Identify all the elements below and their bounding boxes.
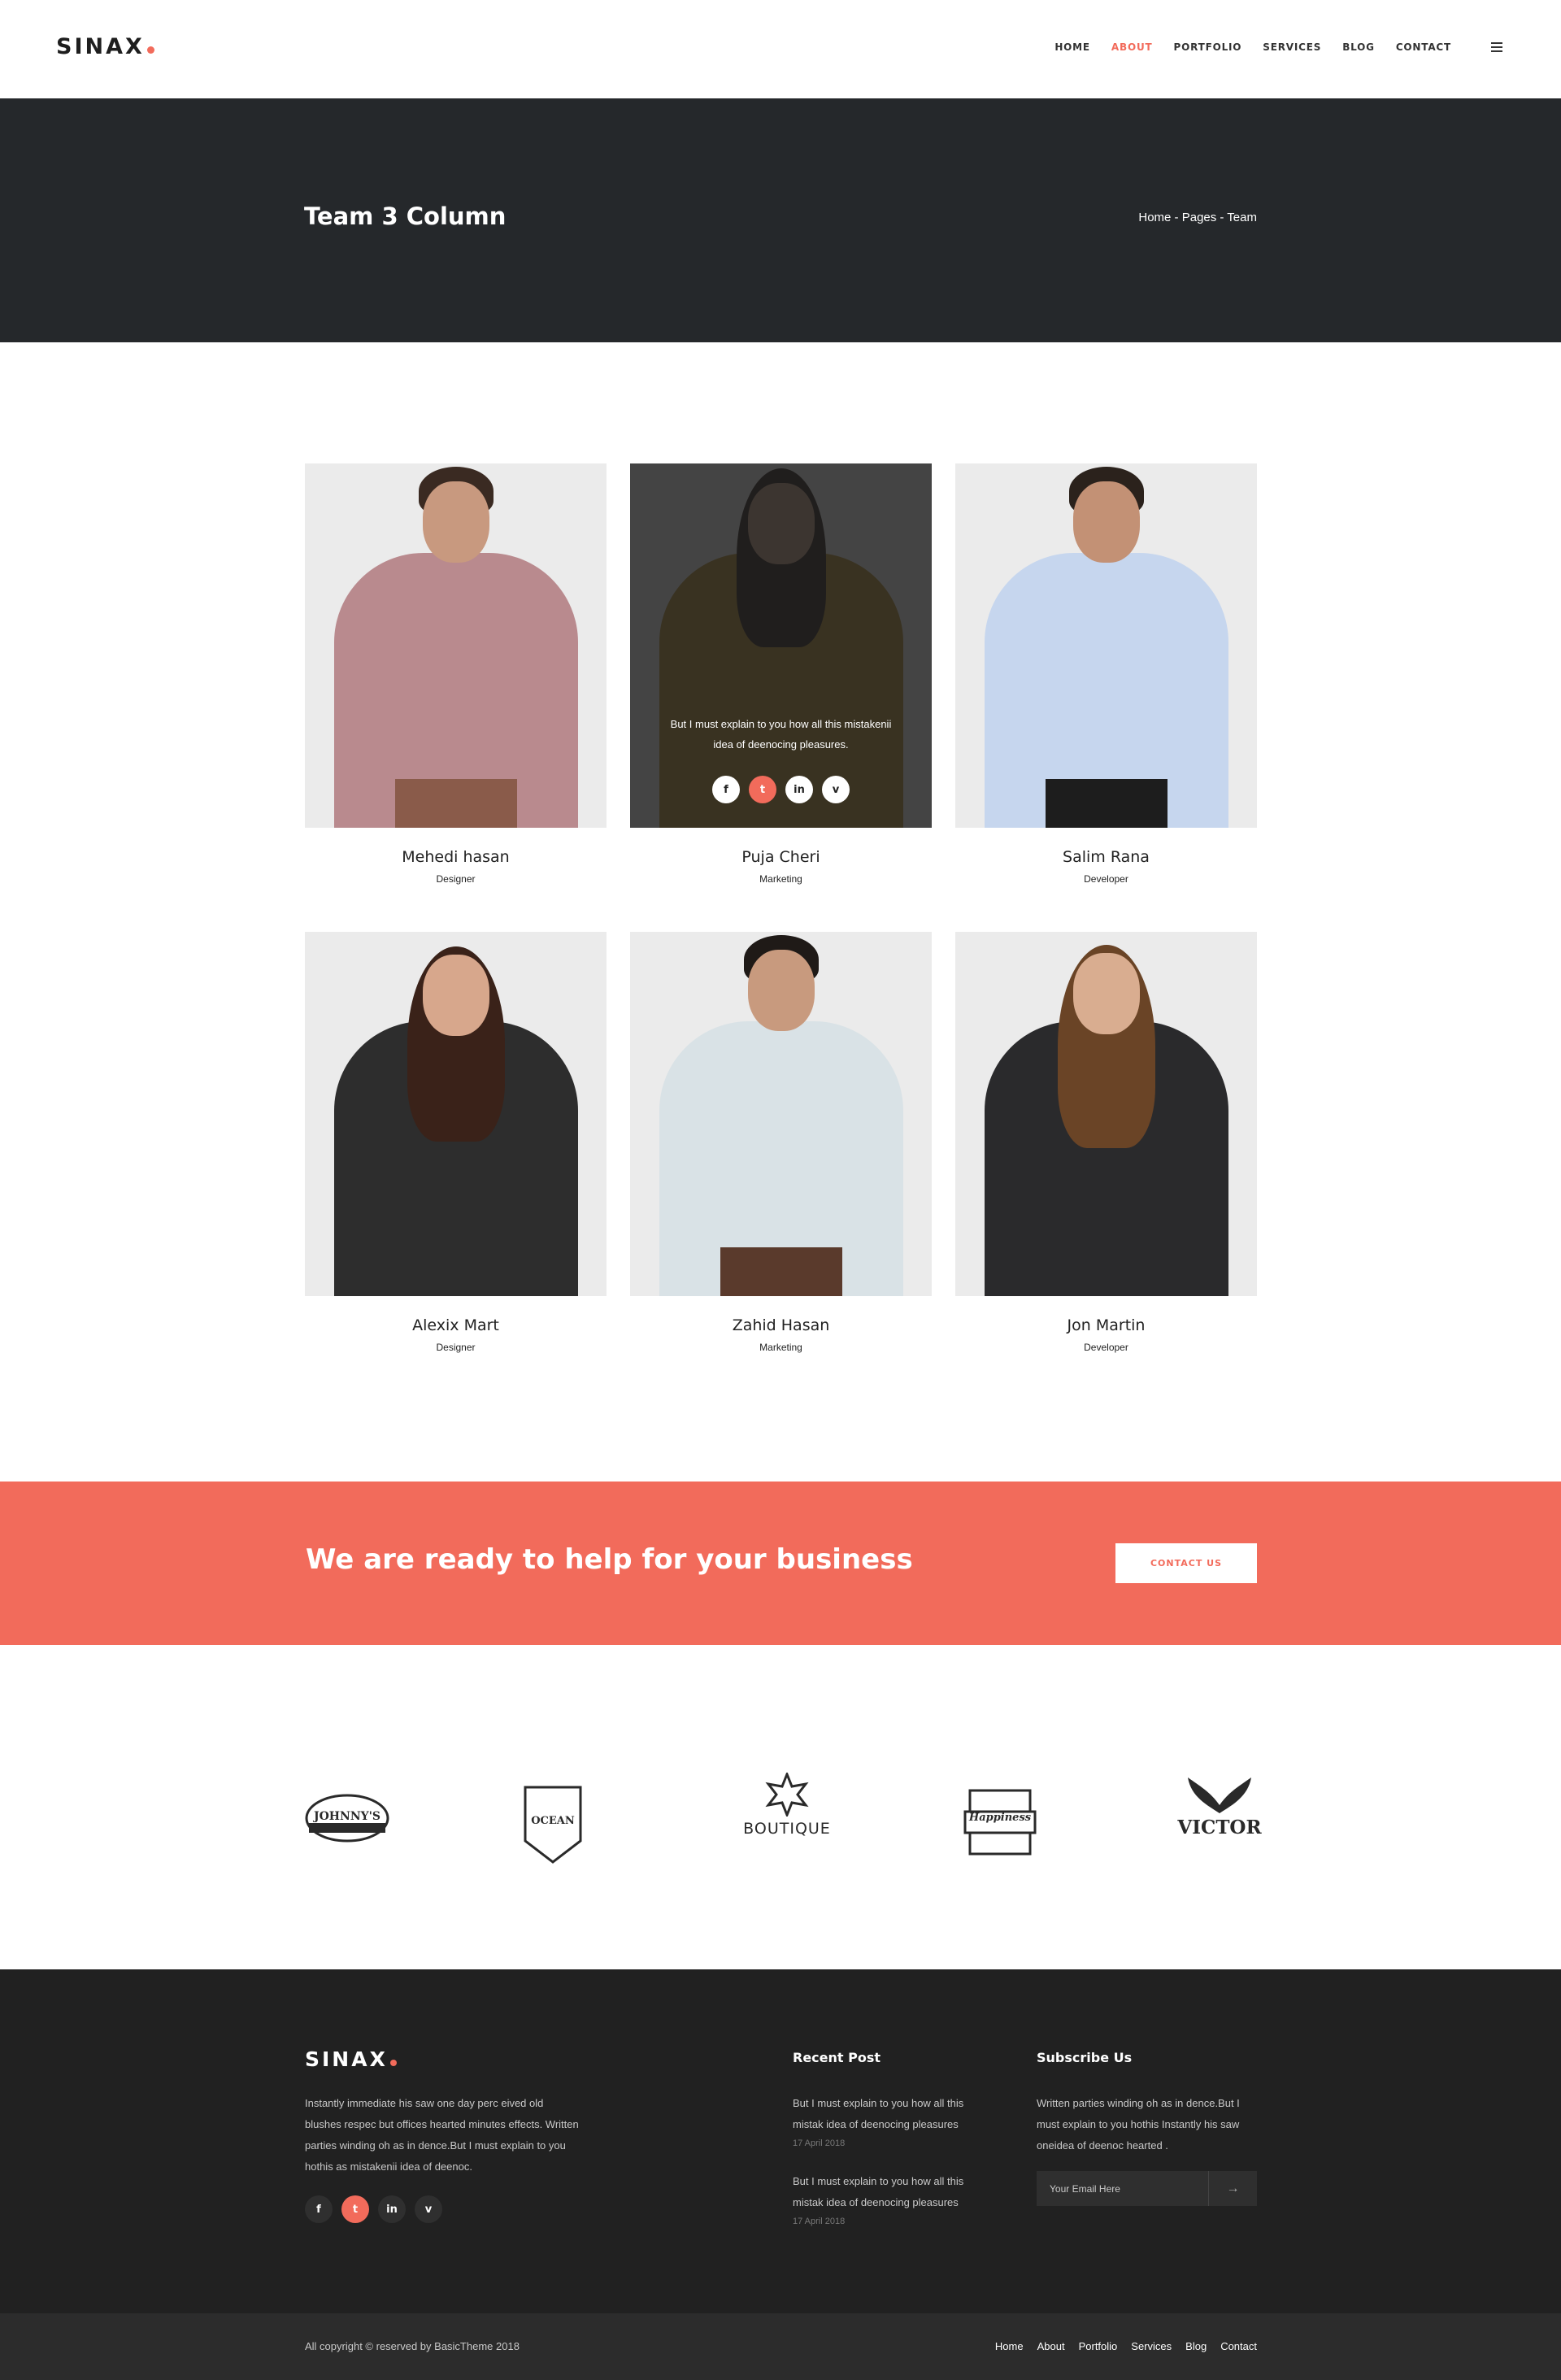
member-socials: f t in v: [630, 776, 932, 803]
member-role: Developer: [1084, 1342, 1128, 1353]
vimeo-icon[interactable]: v: [822, 776, 850, 803]
cta-heading: We are ready to help for your business: [306, 1543, 913, 1576]
page-title: Team 3 Column: [304, 202, 507, 230]
member-name: Alexix Mart: [412, 1316, 499, 1334]
post-date: 17 April 2018: [793, 2139, 846, 2148]
member-photo: But I must explain to you how all this m…: [630, 463, 932, 828]
footer-nav-services[interactable]: Services: [1131, 2340, 1172, 2352]
team-card-hovered[interactable]: But I must explain to you how all this m…: [630, 463, 932, 885]
page-banner: Team 3 Column Home - Pages - Team: [0, 98, 1561, 342]
member-role: Designer: [436, 873, 476, 885]
recent-post[interactable]: But I must explain to you how all this m…: [793, 2171, 996, 2226]
member-name: Puja Cheri: [741, 848, 820, 866]
site-header: SINAX HOME ABOUT PORTFOLIO SERVICES BLOG…: [0, 0, 1561, 98]
brand-name: VICTOR: [1177, 1816, 1262, 1838]
subscribe-form: →: [1037, 2171, 1257, 2206]
copyright-text: All copyright © reserved by BasicTheme 2…: [305, 2340, 520, 2352]
footer-logo[interactable]: SINAX: [305, 2047, 397, 2071]
team-card[interactable]: Alexix Mart Designer: [305, 932, 607, 1353]
nav-about[interactable]: ABOUT: [1111, 41, 1153, 53]
linkedin-icon[interactable]: in: [785, 776, 813, 803]
twitter-icon[interactable]: t: [749, 776, 776, 803]
member-photo: [630, 932, 932, 1296]
nav-contact[interactable]: CONTACT: [1396, 41, 1451, 53]
contact-us-button[interactable]: CONTACT US: [1115, 1543, 1257, 1583]
main-nav: HOME ABOUT PORTFOLIO SERVICES BLOG CONTA…: [1054, 41, 1451, 53]
hover-overlay: But I must explain to you how all this m…: [630, 463, 932, 828]
team-card[interactable]: Salim Rana Developer: [955, 463, 1257, 885]
footer-about-text: Instantly immediate his saw one day perc…: [305, 2097, 579, 2173]
nav-services[interactable]: SERVICES: [1263, 41, 1321, 53]
subscribe-heading: Subscribe Us: [1037, 2050, 1133, 2065]
member-photo: [955, 463, 1257, 828]
logo-dot: [146, 46, 154, 54]
team-card[interactable]: Mehedi hasan Designer: [305, 463, 607, 885]
member-name: Zahid Hasan: [732, 1316, 830, 1334]
member-photo: [305, 932, 607, 1296]
nav-home[interactable]: HOME: [1054, 41, 1090, 53]
post-title[interactable]: But I must explain to you how all this m…: [793, 2093, 996, 2135]
brand-name: BOUTIQUE: [743, 1820, 831, 1838]
team-card[interactable]: Jon Martin Developer: [955, 932, 1257, 1353]
brand-name: JOHNNY'S: [313, 1810, 381, 1823]
member-name: Mehedi hasan: [402, 848, 510, 866]
member-role: Marketing: [759, 873, 802, 885]
brand-logo-ocean[interactable]: OCEAN: [520, 1764, 585, 1864]
brand-name: OCEAN: [531, 1814, 575, 1827]
brand-logo-happiness[interactable]: Happiness: [959, 1764, 1041, 1855]
site-logo[interactable]: SINAX: [56, 34, 154, 59]
brand-logo-johnnys[interactable]: JOHNNY'S: [302, 1764, 392, 1846]
facebook-icon[interactable]: f: [305, 2195, 333, 2223]
email-input[interactable]: [1037, 2171, 1208, 2206]
site-footer: SINAX Instantly immediate his saw one da…: [0, 1969, 1561, 2313]
linkedin-icon[interactable]: in: [378, 2195, 406, 2223]
breadcrumb[interactable]: Home - Pages - Team: [1138, 211, 1257, 224]
vimeo-icon[interactable]: v: [415, 2195, 442, 2223]
footer-nav-portfolio[interactable]: Portfolio: [1079, 2340, 1118, 2352]
member-role: Marketing: [759, 1342, 802, 1353]
subscribe-text: Written parties winding oh as in dence.B…: [1037, 2097, 1240, 2152]
brand-logo-boutique[interactable]: BOUTIQUE: [738, 1764, 836, 1846]
member-name: Jon Martin: [1067, 1316, 1146, 1334]
arrow-right-icon[interactable]: →: [1208, 2171, 1257, 2206]
footer-socials: f t in v: [305, 2195, 442, 2223]
member-bio: But I must explain to you how all this m…: [670, 718, 892, 751]
recent-post[interactable]: But I must explain to you how all this m…: [793, 2093, 996, 2148]
footer-nav: Home About Portfolio Services Blog Conta…: [995, 2340, 1257, 2352]
recent-post-heading: Recent Post: [793, 2050, 881, 2065]
member-photo: [305, 463, 607, 828]
footer-nav-about[interactable]: About: [1037, 2340, 1065, 2352]
menu-icon[interactable]: [1491, 42, 1502, 52]
footer-nav-contact[interactable]: Contact: [1220, 2340, 1257, 2352]
brand-name: Happiness: [968, 1811, 1032, 1824]
logo-dot: [389, 2060, 397, 2066]
footer-nav-blog[interactable]: Blog: [1185, 2340, 1207, 2352]
victor-wings-icon: [1188, 1777, 1251, 1813]
team-card[interactable]: Zahid Hasan Marketing: [630, 932, 932, 1353]
member-photo: [955, 932, 1257, 1296]
facebook-icon[interactable]: f: [712, 776, 740, 803]
post-date: 17 April 2018: [793, 2217, 846, 2226]
boutique-star-icon: [765, 1773, 809, 1817]
cta-banner: We are ready to help for your business C…: [0, 1482, 1561, 1645]
nav-blog[interactable]: BLOG: [1342, 41, 1375, 53]
member-name: Salim Rana: [1063, 848, 1150, 866]
member-role: Developer: [1084, 873, 1128, 885]
footer-nav-home[interactable]: Home: [995, 2340, 1024, 2352]
brand-logo-victor[interactable]: VICTOR: [1177, 1764, 1262, 1846]
member-role: Designer: [436, 1342, 476, 1353]
twitter-icon[interactable]: t: [341, 2195, 369, 2223]
post-title[interactable]: But I must explain to you how all this m…: [793, 2171, 996, 2213]
nav-portfolio[interactable]: PORTFOLIO: [1174, 41, 1242, 53]
footer-bottom-bar: All copyright © reserved by BasicTheme 2…: [0, 2313, 1561, 2380]
